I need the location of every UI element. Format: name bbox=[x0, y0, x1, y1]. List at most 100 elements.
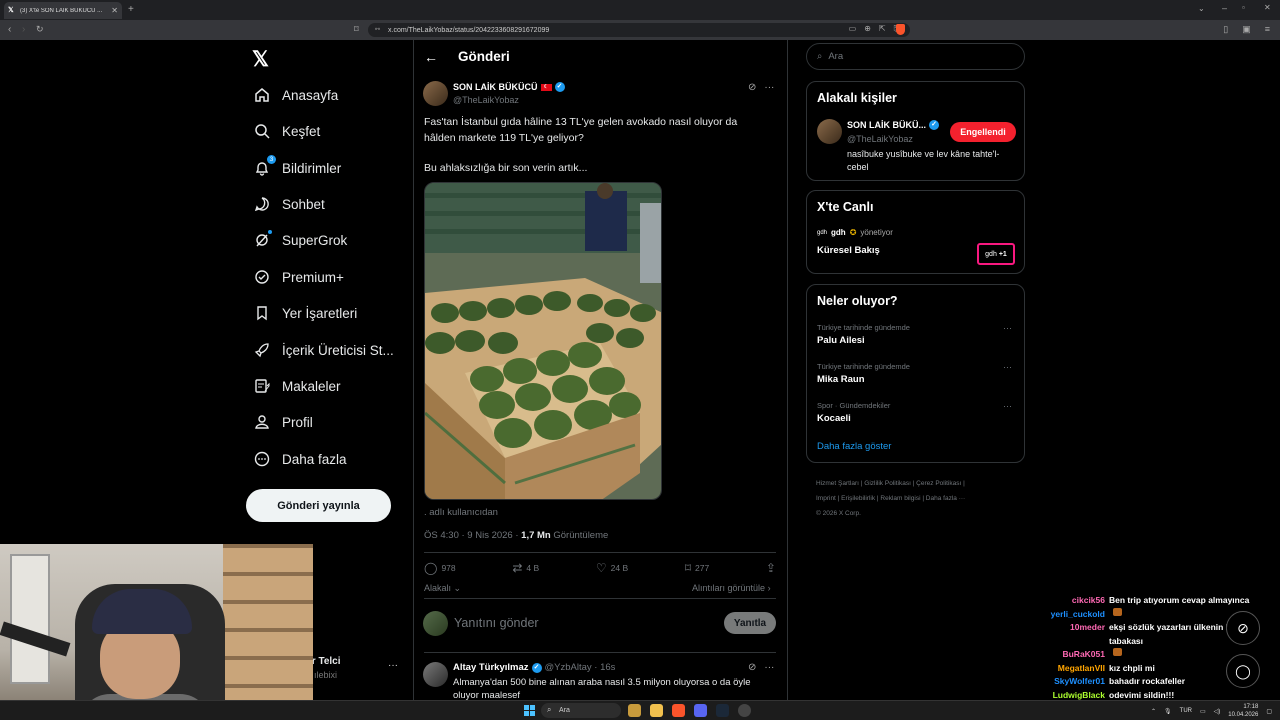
author-handle[interactable]: @TheLaikYobaz bbox=[453, 95, 519, 105]
chat-username[interactable]: 10meder bbox=[1040, 621, 1105, 635]
chat-username[interactable]: cikcik56 bbox=[1040, 594, 1105, 608]
bookmark-page-icon[interactable]: ⌑ bbox=[354, 24, 359, 35]
mic-icon[interactable]: 🎙 bbox=[1164, 708, 1172, 715]
reply-action[interactable]: ◯ 978 bbox=[424, 561, 456, 575]
menu-icon[interactable]: ≡ bbox=[1265, 24, 1270, 35]
reply-input[interactable]: Yanıtını gönder bbox=[454, 616, 539, 630]
related-avatar[interactable] bbox=[817, 119, 842, 144]
tab-close-icon[interactable]: ✕ bbox=[111, 6, 118, 15]
taskbar-search[interactable]: ⌕ Ara bbox=[541, 703, 621, 718]
back-arrow-icon[interactable]: ← bbox=[424, 49, 438, 65]
nav-item-creator-studio[interactable]: İçerik Üreticisi St... bbox=[254, 342, 394, 358]
new-tab-icon[interactable]: + bbox=[128, 4, 134, 15]
nav-item-supergrok[interactable]: SuperGrok bbox=[254, 230, 347, 248]
windows-start-icon[interactable] bbox=[524, 705, 535, 716]
close-window-icon[interactable]: ✕ bbox=[1264, 3, 1271, 12]
author-name-row[interactable]: SON LAİK BÜKÜCÜ ☾ ✓ bbox=[453, 82, 565, 92]
more-options-icon[interactable]: ··· bbox=[764, 82, 774, 93]
tweet-meta: ÖS 4:30 · 9 Nis 2026 · 1,7 Mn Görüntülem… bbox=[424, 530, 608, 541]
nav-item-bookmarks[interactable]: Yer İşaretleri bbox=[254, 305, 357, 321]
account-name[interactable]: ır Telci bbox=[309, 656, 341, 667]
photo-credit[interactable]: . adlı kullanıcıdan bbox=[424, 507, 498, 518]
tab-list-chevron-icon[interactable]: ⌄ bbox=[1198, 4, 1205, 13]
browser-tab[interactable]: 𝕏 (3) X'te SON LAİK BÜKÜCÜ ... ✕ bbox=[4, 2, 122, 19]
show-more-link[interactable]: Daha fazla göster bbox=[817, 441, 891, 452]
app-icon[interactable] bbox=[628, 704, 641, 717]
sidebar-icon[interactable]: ▯ bbox=[1223, 24, 1228, 35]
chat-text: bahadır rockafeller bbox=[1109, 676, 1186, 686]
x-logo-icon[interactable]: 𝕏 bbox=[252, 47, 269, 72]
site-info-icon[interactable]: ⚯ bbox=[375, 26, 380, 33]
chat-username[interactable] bbox=[1040, 635, 1105, 649]
chat-username[interactable]: BuRaK051 bbox=[1040, 648, 1105, 662]
tweet-time[interactable]: ÖS 4:30 · 9 Nis 2026 · bbox=[424, 530, 521, 541]
related-name-row[interactable]: SON LAİK BÜKÜ... ✓ bbox=[847, 120, 940, 130]
trend-more-icon[interactable]: ··· bbox=[1003, 362, 1012, 372]
language-indicator[interactable]: TUR bbox=[1180, 708, 1192, 714]
retweet-action[interactable]: ⇄ 4 B bbox=[512, 561, 539, 575]
search-field[interactable]: ⌕ Ara bbox=[806, 43, 1025, 70]
obs-icon[interactable] bbox=[738, 704, 751, 717]
footer-line[interactable]: Hizmet Şartları | Gizlilik Politikası | … bbox=[816, 476, 1026, 491]
trend-name[interactable]: Palu Ailesi bbox=[817, 335, 865, 346]
post-button[interactable]: Gönderi yayınla bbox=[246, 489, 391, 522]
reply-author-row[interactable]: Altay Türkyılmaz ✓ @YzbAltay · 16s bbox=[453, 662, 615, 673]
volume-icon[interactable]: ◁) bbox=[1214, 708, 1221, 715]
nav-item-profile[interactable]: Profil bbox=[254, 414, 313, 430]
wallet-icon[interactable]: ▣ bbox=[1242, 24, 1251, 35]
messages-fab-icon[interactable]: ◯ bbox=[1226, 654, 1260, 688]
brave-icon[interactable] bbox=[672, 704, 685, 717]
notification-icon[interactable]: ▢ bbox=[1266, 708, 1272, 715]
space-participants[interactable]: gdh +1 bbox=[977, 243, 1015, 265]
nav-item-premium[interactable]: Premium+ bbox=[254, 269, 344, 285]
trend-name[interactable]: Mika Raun bbox=[817, 374, 865, 385]
trend-more-icon[interactable]: ··· bbox=[1003, 401, 1012, 411]
related-handle[interactable]: @TheLaikYobaz bbox=[847, 134, 913, 144]
reply-author-avatar[interactable] bbox=[423, 662, 448, 687]
chevron-up-icon[interactable]: ⌃ bbox=[1151, 708, 1156, 715]
nav-item-home[interactable]: Anasayfa bbox=[254, 87, 338, 103]
steam-icon[interactable] bbox=[716, 704, 729, 717]
file-explorer-icon[interactable] bbox=[650, 704, 663, 717]
reply-button[interactable]: Yanıtla bbox=[724, 612, 776, 634]
chat-username[interactable]: yerli_cuckold bbox=[1040, 608, 1105, 622]
nav-item-notifications[interactable]: 3 Bildirimler bbox=[254, 155, 341, 176]
chat-username[interactable]: MegatlanVII bbox=[1040, 662, 1105, 676]
space-title[interactable]: Küresel Bakış bbox=[817, 245, 880, 256]
bookmark-icon bbox=[254, 305, 270, 321]
trend-more-icon[interactable]: ··· bbox=[1003, 323, 1012, 333]
back-icon[interactable]: ‹ bbox=[8, 24, 11, 35]
chat-username[interactable]: SkyWolfer01 bbox=[1040, 675, 1105, 689]
brave-shield-icon[interactable] bbox=[896, 24, 905, 35]
trend-name[interactable]: Kocaeli bbox=[817, 413, 851, 424]
account-more-icon[interactable]: ··· bbox=[388, 660, 398, 671]
nav-item-chat[interactable]: Sohbet bbox=[254, 196, 325, 212]
more-options-icon[interactable]: ··· bbox=[764, 662, 774, 673]
url-field[interactable]: ⚯ x.com/TheLaikYobaz/status/204223360829… bbox=[368, 23, 910, 37]
clock[interactable]: 17:18 10.04.2026 bbox=[1228, 703, 1258, 719]
view-quotes-link[interactable]: Alıntıları görüntüle › bbox=[692, 583, 771, 593]
footer-line[interactable]: Imprint | Erişilebilirlik | Reklam bilgi… bbox=[816, 491, 1026, 506]
nav-item-articles[interactable]: Makaleler bbox=[254, 378, 341, 394]
network-icon[interactable]: ▭ bbox=[1200, 708, 1206, 715]
share-action[interactable]: ⇪ bbox=[766, 561, 776, 575]
like-action[interactable]: ♡ 24 B bbox=[596, 561, 628, 575]
author-avatar[interactable] bbox=[423, 81, 448, 106]
nav-item-more[interactable]: Daha fazla bbox=[254, 451, 347, 467]
forward-icon[interactable]: › bbox=[22, 24, 25, 35]
grok-explain-icon[interactable]: ⊘ bbox=[748, 82, 756, 93]
maximize-icon[interactable]: ▫ bbox=[1242, 3, 1245, 12]
cast-icon[interactable]: ▭ bbox=[849, 24, 857, 34]
grok-fab-icon[interactable]: ⊘ bbox=[1226, 611, 1260, 645]
reload-icon[interactable]: ↻ bbox=[36, 24, 44, 35]
discord-icon[interactable] bbox=[694, 704, 707, 717]
reply-sort-dropdown[interactable]: Alakalı ⌄ bbox=[424, 583, 461, 594]
zoom-icon[interactable]: ⊕ bbox=[864, 24, 871, 34]
grok-explain-icon[interactable]: ⊘ bbox=[748, 662, 756, 673]
share-icon[interactable]: ⇱ bbox=[879, 24, 886, 34]
minimize-icon[interactable]: – bbox=[1222, 3, 1227, 13]
bookmark-action[interactable]: ⌑ 277 bbox=[685, 561, 709, 575]
blocked-button[interactable]: Engellendi bbox=[950, 122, 1016, 142]
nav-item-explore[interactable]: Keşfet bbox=[254, 123, 320, 139]
tweet-photo[interactable] bbox=[424, 182, 662, 500]
